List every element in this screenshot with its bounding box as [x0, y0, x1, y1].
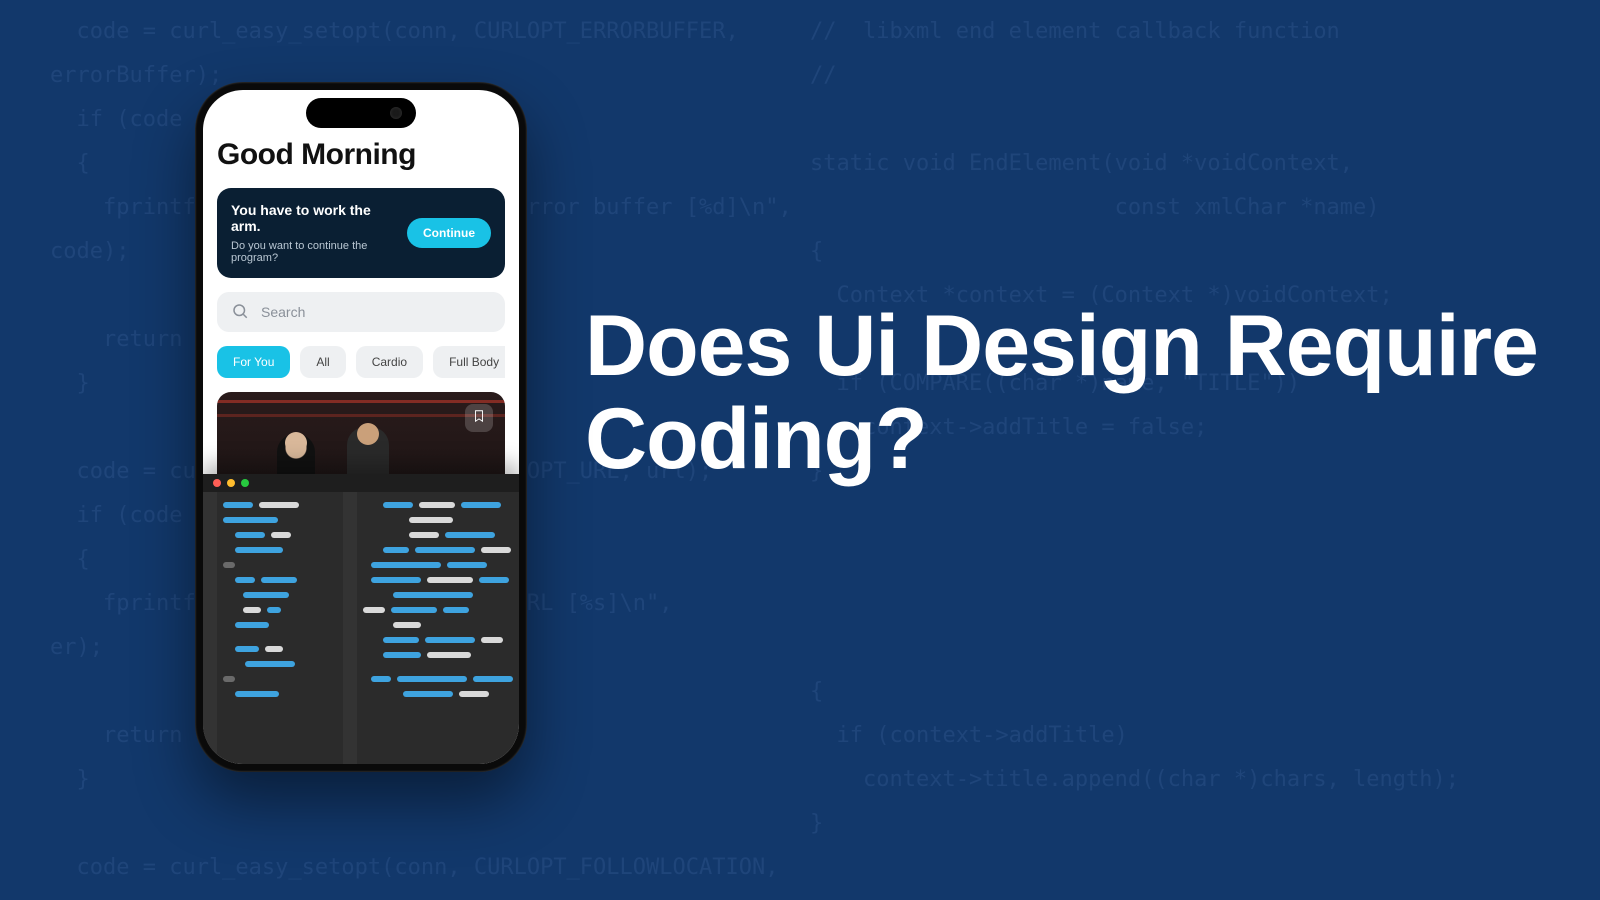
chip-cardio[interactable]: Cardio — [356, 346, 423, 378]
search-icon — [231, 302, 249, 323]
bookmark-button[interactable] — [465, 404, 493, 432]
resume-workout-card[interactable]: You have to work the arm. Do you want to… — [217, 188, 505, 278]
card-text: You have to work the arm. Do you want to… — [231, 202, 397, 264]
phone-screen: Good Morning You have to work the arm. D… — [203, 90, 519, 764]
close-dot-icon — [213, 479, 221, 487]
minimize-dot-icon — [227, 479, 235, 487]
headline-text: Does Ui Design Require Coding? — [585, 300, 1540, 486]
search-input[interactable]: Search — [217, 292, 505, 332]
editor-gutter-2 — [343, 492, 357, 764]
editor-gutter-1 — [203, 492, 217, 764]
chip-for-you[interactable]: For You — [217, 346, 290, 378]
thumbnail-stage: code = curl_easy_setopt(conn, CURLOPT_ER… — [0, 0, 1600, 900]
chip-all[interactable]: All — [300, 346, 345, 378]
continue-button[interactable]: Continue — [407, 218, 491, 248]
card-subtitle: Do you want to continue the program? — [231, 240, 397, 264]
phone-frame: Good Morning You have to work the arm. D… — [195, 82, 527, 772]
code-editor-window — [203, 474, 519, 764]
zoom-dot-icon — [241, 479, 249, 487]
editor-column-1 — [217, 492, 343, 764]
chip-full-body[interactable]: Full Body — [433, 346, 505, 378]
bookmark-icon — [472, 408, 486, 429]
greeting-heading: Good Morning — [217, 138, 505, 172]
search-placeholder: Search — [261, 304, 305, 320]
editor-body — [203, 492, 519, 764]
card-title: You have to work the arm. — [231, 202, 397, 234]
category-chips: For You All Cardio Full Body — [217, 346, 505, 378]
editor-titlebar — [203, 474, 519, 492]
dynamic-island — [306, 98, 416, 128]
editor-column-2 — [357, 492, 519, 764]
